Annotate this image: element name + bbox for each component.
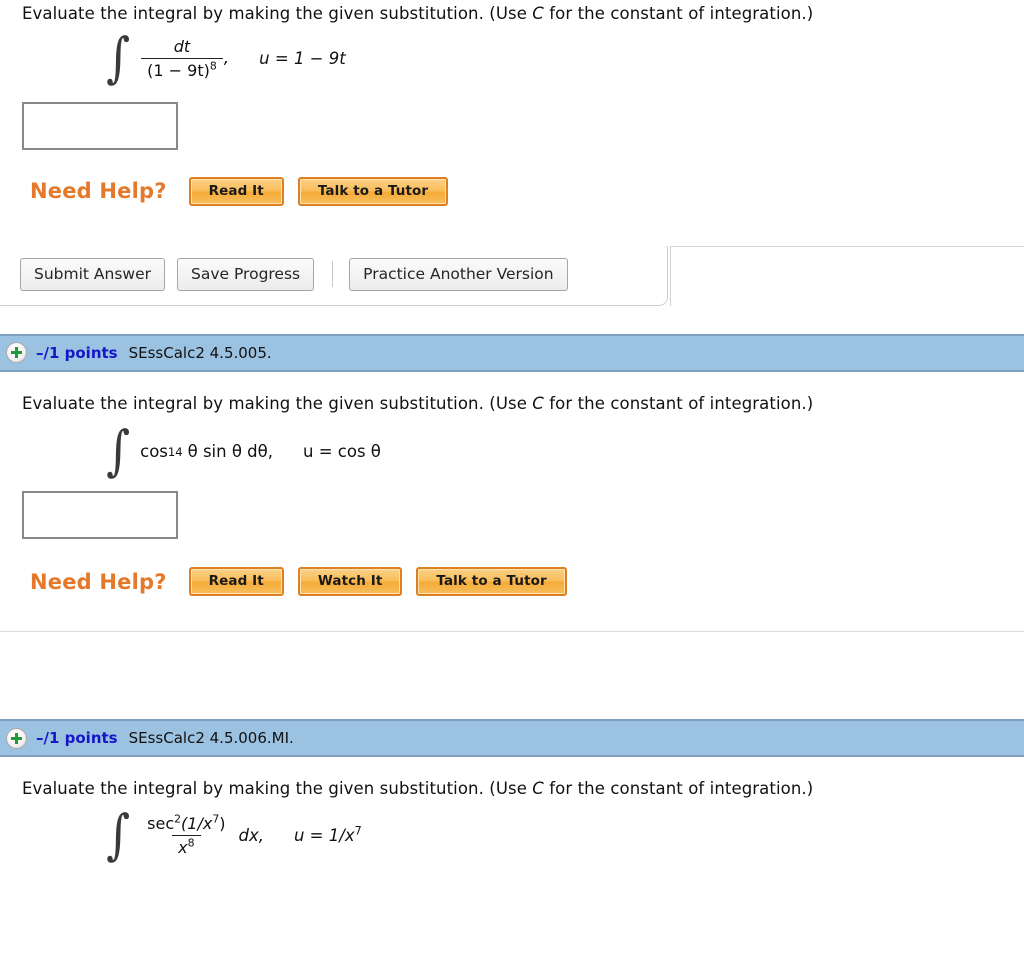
differential-dx: dx, (238, 825, 264, 845)
problem-1-integral: ∫ dt (1 − 9t)8 , u = 1 − 9t (0, 25, 1024, 89)
integral-trailing-comma: , (223, 48, 230, 69)
denominator-base: (1 − 9t) (147, 60, 210, 80)
section-divider (0, 631, 1024, 633)
prompt-text-post: for the constant of integration.) (543, 393, 814, 413)
problem-block-2: –/1 points SEssCalc2 4.5.005. Evaluate t… (0, 333, 1024, 633)
fraction-denominator: (1 − 9t)8 (141, 57, 223, 80)
problem-2-points: –/1 points (36, 343, 118, 362)
problem-3-header[interactable]: –/1 points SEssCalc2 4.5.006.MI. (0, 719, 1024, 758)
sec-function: sec (147, 813, 175, 833)
prompt-text-pre: Evaluate the integral by making the give… (22, 779, 533, 799)
problem-1-prompt: Evaluate the integral by making the give… (0, 4, 1024, 25)
denominator-exponent: 8 (187, 836, 195, 850)
fraction-denominator: x8 (172, 834, 201, 857)
fraction: sec2(1/x7) x8 (141, 812, 231, 857)
denominator-exponent: 8 (209, 59, 217, 73)
prompt-text-pre: Evaluate the integral by making the give… (22, 393, 533, 413)
problem-3-substitution: u = 1/x7 (293, 824, 362, 845)
answer-input-2[interactable] (22, 491, 178, 540)
problem-2-integral: ∫ cos 14 θ sin θ dθ, u = cos θ (0, 419, 1024, 483)
need-help-row-1: Need Help? Read It Talk to a Tutor (0, 176, 1024, 206)
integral-sign-icon: ∫ (106, 25, 131, 89)
problem-3-integral: ∫ sec2(1/x7) x8 dx, u = 1/x7 (0, 802, 1024, 866)
denominator-base: x (178, 837, 188, 857)
fraction-numerator: sec2(1/x7) (141, 812, 231, 835)
need-help-row-2: Need Help? Read It Watch It Talk to a Tu… (0, 567, 1024, 597)
prompt-constant-var: C (532, 4, 544, 23)
read-it-label: Read It (208, 573, 264, 590)
watch-it-label: Watch It (317, 573, 383, 590)
problem-3-prompt: Evaluate the integral by making the give… (0, 779, 1024, 800)
problem-1-substitution: u = 1 − 9t (259, 48, 346, 68)
sec-argument: (1/x (181, 813, 213, 833)
integrand-rest: θ sin θ dθ, (187, 442, 273, 462)
sec-exponent: 2 (174, 812, 182, 826)
sec-argument-close: ) (219, 813, 226, 833)
integral-sign-icon: ∫ (106, 419, 131, 483)
talk-to-tutor-button-2[interactable]: Talk to a Tutor (416, 567, 567, 597)
read-it-label: Read It (208, 182, 264, 199)
plus-circle-icon[interactable] (6, 727, 27, 749)
problem-block-3: –/1 points SEssCalc2 4.5.006.MI. Evaluat… (0, 719, 1024, 866)
problem-2-header[interactable]: –/1 points SEssCalc2 4.5.005. (0, 333, 1024, 372)
save-progress-button[interactable]: Save Progress (177, 257, 315, 291)
substitution-text: u = 1/x (293, 825, 355, 845)
prompt-text-post: for the constant of integration.) (543, 4, 814, 23)
practice-another-version-button[interactable]: Practice Another Version (349, 257, 568, 291)
problem-2-prompt: Evaluate the integral by making the give… (0, 394, 1024, 415)
talk-to-tutor-label: Talk to a Tutor (317, 182, 429, 199)
talk-to-tutor-button-1[interactable]: Talk to a Tutor (297, 176, 449, 206)
problem-2-code: SEssCalc2 4.5.005. (128, 343, 272, 362)
substitution-exponent: 7 (354, 824, 362, 838)
need-help-label-1: Need Help? (30, 179, 167, 204)
fraction-numerator: dt (173, 36, 191, 56)
button-separator (332, 261, 334, 288)
answer-input-1[interactable] (22, 101, 178, 150)
talk-to-tutor-label: Talk to a Tutor (436, 573, 547, 590)
right-side-panel (670, 245, 1024, 306)
need-help-label-2: Need Help? (30, 569, 167, 594)
prompt-constant-var: C (532, 393, 544, 413)
plus-circle-icon[interactable] (6, 342, 27, 364)
submit-buttons-group: Submit Answer Save Progress Practice Ano… (20, 257, 580, 291)
problem-2-substitution: u = cos θ (303, 442, 381, 462)
integral-sign-icon: ∫ (106, 802, 131, 866)
problem-3-code: SEssCalc2 4.5.006.MI. (128, 729, 294, 748)
watch-it-button-2[interactable]: Watch It (297, 567, 403, 597)
submit-area-1: Submit Answer Save Progress Practice Ano… (0, 245, 1024, 308)
read-it-button-2[interactable]: Read It (188, 567, 284, 597)
integrand: cos 14 θ sin θ dθ, (140, 442, 273, 462)
fraction: dt (1 − 9t)8 (141, 37, 223, 80)
cos-function: cos (140, 442, 168, 462)
prompt-text-pre: Evaluate the integral by making the give… (22, 4, 533, 23)
read-it-button-1[interactable]: Read It (188, 176, 284, 206)
prompt-constant-var: C (532, 779, 544, 799)
prompt-text-post: for the constant of integration.) (543, 779, 814, 799)
submit-answer-button[interactable]: Submit Answer (20, 257, 165, 291)
problem-3-points: –/1 points (36, 729, 118, 748)
problem-block-1: Evaluate the integral by making the give… (0, 0, 1024, 308)
